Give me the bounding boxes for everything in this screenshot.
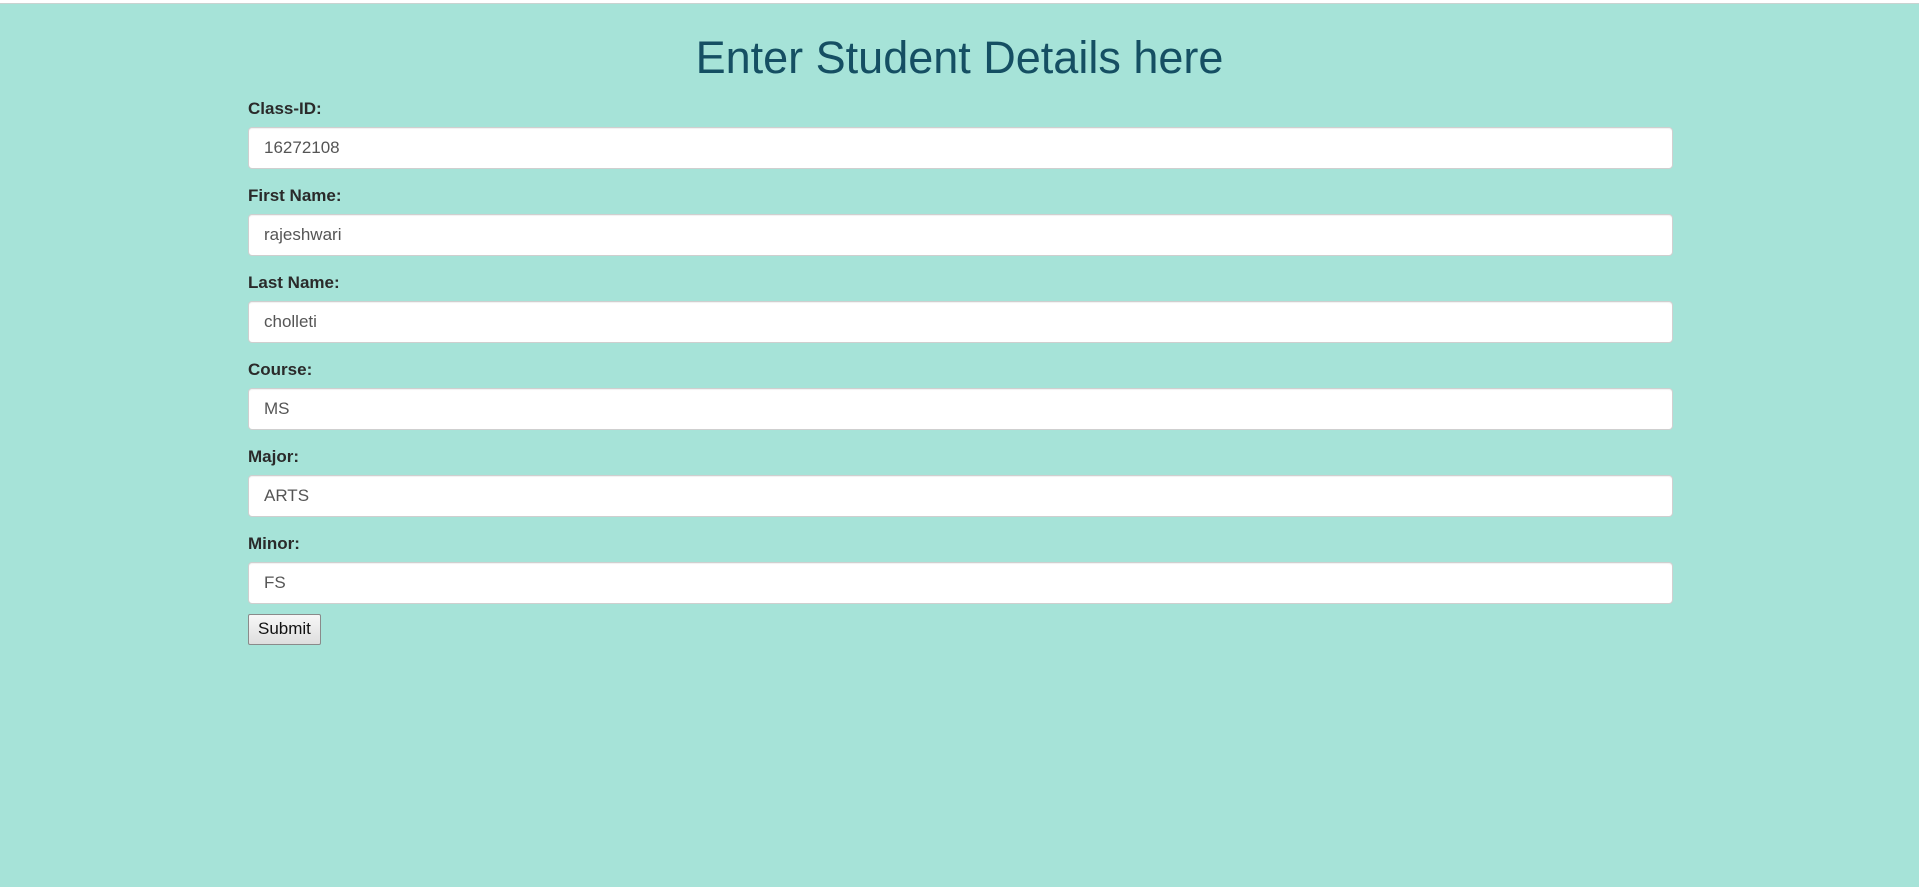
first-name-group: First Name: xyxy=(248,186,1673,256)
course-label: Course: xyxy=(248,360,313,379)
minor-label: Minor: xyxy=(248,534,300,553)
class-id-input[interactable] xyxy=(248,127,1673,169)
major-label: Major: xyxy=(248,447,299,466)
page-title: Enter Student Details here xyxy=(695,32,1224,83)
minor-input[interactable] xyxy=(248,562,1673,604)
major-group: Major: xyxy=(248,447,1673,517)
last-name-group: Last Name: xyxy=(248,273,1673,343)
first-name-input[interactable] xyxy=(248,214,1673,256)
major-input[interactable] xyxy=(248,475,1673,517)
class-id-group: Class-ID: xyxy=(248,99,1673,169)
first-name-label: First Name: xyxy=(248,186,342,205)
minor-group: Minor: xyxy=(248,534,1673,604)
student-details-form: Class-ID: First Name: Last Name: Course:… xyxy=(248,92,1673,645)
last-name-label: Last Name: xyxy=(248,273,340,292)
class-id-label: Class-ID: xyxy=(248,99,322,118)
submit-button[interactable]: Submit xyxy=(248,613,321,645)
last-name-input[interactable] xyxy=(248,301,1673,343)
course-group: Course: xyxy=(248,360,1673,430)
student-form-panel: Enter Student Details here Class-ID: Fir… xyxy=(0,4,1919,887)
course-input[interactable] xyxy=(248,388,1673,430)
